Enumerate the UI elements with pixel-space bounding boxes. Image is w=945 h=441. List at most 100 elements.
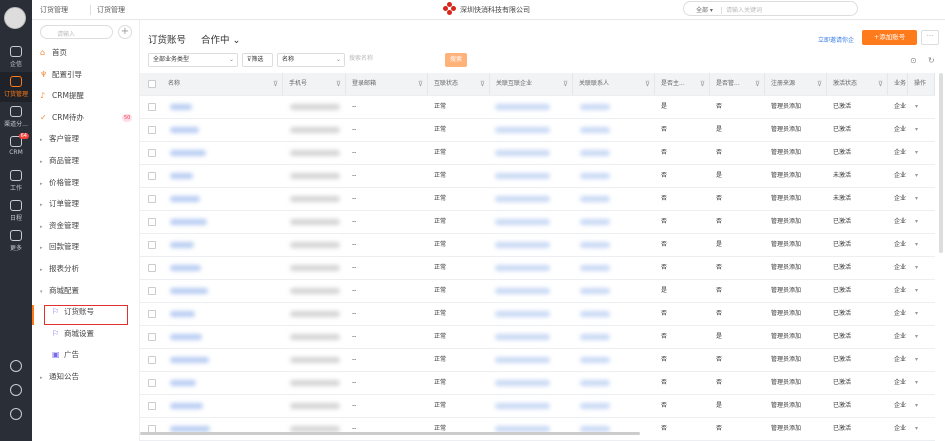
sidebar-item[interactable]: ♆ 配置引导 (40, 67, 82, 83)
row-actions-dropdown-icon[interactable]: ▾ (915, 188, 918, 210)
row-checkbox[interactable] (148, 103, 156, 111)
sidebar-item[interactable]: ▸ 资金管理 (40, 218, 79, 234)
filter-icon[interactable]: ⊽ (700, 73, 705, 95)
filter-icon[interactable]: ⊽ (817, 73, 822, 95)
column-header[interactable]: 注册来源 ⊽ (765, 73, 827, 95)
row-actions-dropdown-icon[interactable]: ▾ (915, 418, 918, 440)
filter-icon[interactable]: ⊽ (336, 73, 341, 95)
row-checkbox[interactable] (148, 172, 156, 180)
sidebar-item[interactable]: ▸ 报表分析 (40, 261, 79, 277)
rail-item[interactable]: 日程 (0, 196, 32, 226)
table-row[interactable]: -- 正常 是 否 管理员添加 已激活 企业 ▾ (140, 96, 935, 119)
row-checkbox[interactable] (148, 264, 156, 272)
table-row[interactable]: -- 正常 否 否 管理员添加 未激活 企业 ▾ (140, 188, 935, 211)
select-all-checkbox[interactable] (148, 80, 156, 88)
search-scope-select[interactable]: 全部 (696, 7, 708, 14)
filter-icon[interactable]: ⊽ (645, 73, 650, 95)
sidebar-item[interactable]: ▸ 通知公告 (40, 369, 79, 385)
row-checkbox[interactable] (148, 402, 156, 410)
column-header[interactable]: 手机号 ⊽ (283, 73, 346, 95)
column-header[interactable]: 关联互联企业 ⊽ (490, 73, 573, 95)
column-header[interactable]: 是否主... ⊽ (655, 73, 710, 95)
add-icon[interactable]: + (118, 25, 132, 39)
column-header[interactable]: 互联状态 ⊽ (428, 73, 490, 95)
row-actions-dropdown-icon[interactable]: ▾ (915, 372, 918, 394)
sidebar-item[interactable]: ▸ 订单管理 (40, 196, 79, 212)
row-actions-dropdown-icon[interactable]: ▾ (915, 211, 918, 233)
row-actions-dropdown-icon[interactable]: ▾ (915, 280, 918, 302)
table-row[interactable]: -- 正常 否 否 管理员添加 已激活 企业 ▾ (140, 211, 935, 234)
search-name-input[interactable]: 搜索名称 (345, 53, 445, 67)
global-search[interactable]: 全部 ▾ 请输入关键词 (683, 1, 858, 16)
row-checkbox[interactable] (148, 287, 156, 295)
rail-item[interactable]: 更多 (0, 226, 32, 256)
row-actions-dropdown-icon[interactable]: ▾ (915, 257, 918, 279)
sidebar-item[interactable]: ⚐ 订货账号 (52, 304, 94, 320)
column-header[interactable]: 激活状态 ⊽ (827, 73, 888, 95)
row-checkbox[interactable] (148, 218, 156, 226)
breadcrumb-page[interactable]: 订货管理 (90, 5, 125, 15)
refresh-icon[interactable]: ↻ (928, 56, 935, 65)
vertical-scrollbar[interactable] (939, 73, 943, 253)
row-checkbox[interactable] (148, 379, 156, 387)
row-actions-dropdown-icon[interactable]: ▾ (915, 326, 918, 348)
rail-item[interactable]: CRM 64 (0, 132, 32, 162)
row-checkbox[interactable] (148, 195, 156, 203)
sidebar-item[interactable]: ▸ 价格管理 (40, 175, 79, 191)
table-row[interactable]: -- 正常 否 否 管理员添加 已激活 企业 ▾ (140, 303, 935, 326)
row-actions-dropdown-icon[interactable]: ▾ (915, 349, 918, 371)
row-actions-dropdown-icon[interactable]: ▾ (915, 234, 918, 256)
global-search-input[interactable]: 请输入关键词 (720, 7, 762, 14)
rail-item[interactable]: 渠道分... (0, 102, 32, 132)
sidebar-item[interactable]: ▾ 商城配置 (40, 283, 79, 299)
row-checkbox[interactable] (148, 356, 156, 364)
add-account-button[interactable]: +添加账号 (862, 30, 917, 45)
filter-icon[interactable]: ⊽ (418, 73, 423, 95)
rail-item[interactable]: 订货管理 (0, 72, 32, 102)
table-row[interactable]: -- 正常 否 否 管理员添加 已激活 企业 ▾ (140, 257, 935, 280)
table-row[interactable]: -- 正常 否 是 管理员添加 已激活 企业 ▾ (140, 119, 935, 142)
sidebar-item[interactable]: ✓ CRM待办 50 (40, 110, 133, 126)
sidebar-item[interactable]: ▸ 回款管理 (40, 239, 79, 255)
status-select[interactable]: 合作中 ⌄ (201, 32, 241, 46)
sidebar-item[interactable]: ▸ 商品管理 (40, 153, 79, 169)
column-header[interactable]: 关联联系人 ⊽ (573, 73, 655, 95)
rail-item[interactable]: 工作 (0, 166, 32, 196)
row-actions-dropdown-icon[interactable]: ▾ (915, 96, 918, 118)
row-actions-dropdown-icon[interactable]: ▾ (915, 142, 918, 164)
filter-button[interactable]: ⊽筛选 (242, 53, 273, 67)
table-row[interactable]: -- 正常 否 是 管理员添加 已激活 企业 ▾ (140, 234, 935, 257)
sidebar-item[interactable]: ▣ 广告 (52, 347, 79, 363)
filter-icon[interactable]: ⊽ (273, 73, 278, 95)
row-checkbox[interactable] (148, 310, 156, 318)
more-button[interactable]: ··· (921, 30, 939, 45)
table-row[interactable]: -- 正常 否 否 管理员添加 已激活 企业 ▾ (140, 418, 935, 441)
rail-item[interactable]: 企信 (0, 42, 32, 72)
row-checkbox[interactable] (148, 126, 156, 134)
filter-icon[interactable]: ⊽ (878, 73, 883, 95)
column-header[interactable]: 是否管... ⊽ (710, 73, 765, 95)
help-icon[interactable] (10, 360, 22, 372)
row-actions-dropdown-icon[interactable]: ▾ (915, 303, 918, 325)
filter-icon[interactable]: ⊽ (480, 73, 485, 95)
clock-icon[interactable] (10, 408, 22, 420)
column-header[interactable]: 业务 (888, 73, 908, 95)
table-row[interactable]: -- 正常 否 否 管理员添加 已激活 企业 ▾ (140, 349, 935, 372)
invite-link[interactable]: 立即邀请你企 (818, 35, 854, 44)
row-checkbox[interactable] (148, 149, 156, 157)
business-type-select[interactable]: 全部业务类型 ⌄ (148, 53, 238, 67)
row-actions-dropdown-icon[interactable]: ▾ (915, 395, 918, 417)
row-checkbox[interactable] (148, 333, 156, 341)
table-row[interactable]: -- 正常 是 否 管理员添加 已激活 企业 ▾ (140, 280, 935, 303)
row-checkbox[interactable] (148, 241, 156, 249)
table-row[interactable]: -- 正常 否 否 管理员添加 已激活 企业 ▾ (140, 142, 935, 165)
row-actions-dropdown-icon[interactable]: ▾ (915, 165, 918, 187)
horizontal-scrollbar[interactable] (140, 432, 640, 435)
sidebar-item[interactable]: ⌂ 首页 (40, 45, 67, 61)
sidebar-item[interactable]: ▸ 客户管理 (40, 131, 79, 147)
field-select[interactable]: 名称 ⌄ (277, 53, 345, 67)
avatar[interactable] (4, 7, 26, 29)
search-button[interactable]: 搜索 (445, 53, 467, 67)
column-header[interactable]: 登录邮箱 ⊽ (346, 73, 428, 95)
filter-icon[interactable]: ⊽ (563, 73, 568, 95)
